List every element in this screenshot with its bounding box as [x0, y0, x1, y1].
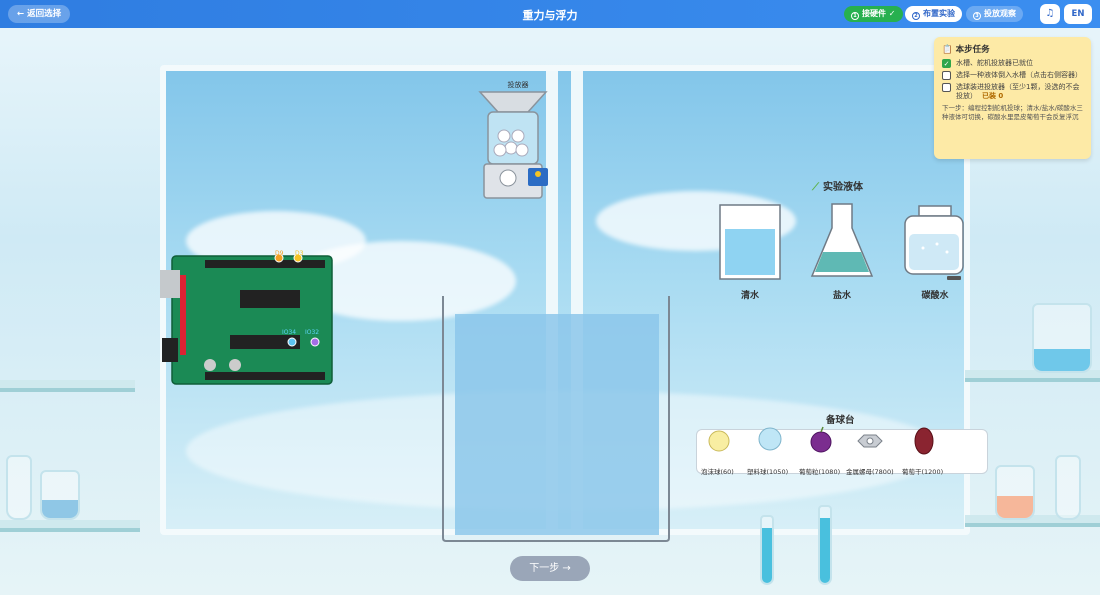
checkbox-checked-icon: ✓	[942, 59, 951, 68]
top-bar: ← 返回选择 重力与浮力 1 接硬件 ✓ 2 布置实验 3 投放观察 ♫ EN	[0, 0, 1100, 28]
leaf-icon: ⟋	[812, 182, 819, 193]
setup-experiment-label: 布置实验	[923, 9, 955, 18]
sensor-label-io34: IO34	[282, 329, 296, 336]
loaded-count: 已装 0	[982, 92, 1004, 100]
connect-hardware-label: 接硬件 ✓	[862, 9, 896, 18]
tank-water	[455, 314, 659, 535]
deco-tube	[760, 515, 774, 585]
ball-label: 葡萄粒(1080)	[799, 468, 841, 476]
plastic-ball[interactable]	[758, 427, 782, 451]
left-shelf	[0, 520, 140, 532]
ball-dispenser[interactable]	[478, 90, 558, 202]
next-step-button[interactable]: 下一步 →	[510, 556, 590, 581]
header-pins	[205, 372, 325, 380]
deco-bottle	[1055, 455, 1081, 520]
header-pins	[205, 260, 325, 268]
usb-port	[160, 270, 180, 298]
connect-hardware-button[interactable]: 1 接硬件 ✓	[844, 6, 903, 22]
ball-tray-items	[708, 426, 934, 455]
task-note: 下一步：编程控制舵机投球；清水/盐水/碳酸水三种液体可切换，碳酸水里是皮葡萄干会…	[942, 104, 1083, 121]
step-1-icon: 1	[851, 12, 859, 20]
setup-experiment-button[interactable]: 2 布置实验	[905, 6, 962, 22]
grape-ball[interactable]	[810, 431, 832, 453]
ball-label: 葡萄干(1200)	[902, 468, 944, 476]
language-button[interactable]: EN	[1064, 4, 1092, 24]
checkbox-icon	[942, 71, 951, 80]
pin-label-d3: D3	[295, 250, 304, 257]
chip	[240, 290, 300, 308]
soda-container[interactable]	[903, 204, 967, 286]
foam-ball[interactable]	[708, 430, 730, 452]
raisin[interactable]	[914, 427, 934, 455]
tray-title: 备球台	[826, 415, 855, 426]
water-tank[interactable]	[441, 294, 673, 544]
sensor-marker[interactable]	[310, 337, 320, 347]
ball-label: 泡沫球(60)	[701, 468, 734, 476]
deco-bottle	[6, 455, 32, 520]
music-icon: ♫	[1045, 8, 1055, 19]
task-item: ✓ 水槽、舵机投放器已就位	[942, 59, 1083, 68]
saltwater-liquid	[815, 252, 869, 272]
checkbox-icon	[942, 83, 951, 92]
water-label: 清水	[740, 291, 759, 301]
task-item-label: 选球装进投放器（至少1颗，没选的不会投放）	[956, 83, 1080, 100]
sensor-marker[interactable]	[287, 337, 297, 347]
task-item: 选球装进投放器（至少1颗，没选的不会投放） 已装 0	[942, 83, 1083, 101]
dispenser-label: 投放器	[507, 81, 529, 89]
deco-bottle	[40, 470, 80, 520]
saltwater-container[interactable]	[810, 202, 874, 280]
water-liquid	[725, 229, 775, 275]
dispenser-funnel	[478, 91, 548, 113]
task-title-label: 本步任务	[955, 45, 990, 55]
deco-bottle	[995, 465, 1035, 520]
left-shelf	[0, 380, 135, 392]
task-item-label: 选择一种液体倒入水槽（点击右侧容器）	[956, 71, 1082, 79]
task-item-label: 水槽、舵机投放器已就位	[956, 59, 1033, 67]
task-panel: 📋 本步任务 ✓ 水槽、舵机投放器已就位 选择一种液体倒入水槽（点击右侧容器） 选…	[934, 37, 1091, 159]
clipboard-icon: 📋	[942, 45, 953, 55]
liquids-title-label: 实验液体	[823, 182, 863, 193]
arduino-board[interactable]: D9 D3 IO34 IO32	[160, 250, 335, 390]
ball-label: 金属螺母(7800)	[846, 468, 894, 476]
right-shelf	[965, 515, 1100, 527]
power-jack	[162, 338, 178, 362]
deco-tube	[818, 505, 832, 585]
soda-label: 碳酸水	[921, 291, 949, 301]
deco-flask	[1032, 303, 1092, 373]
water-container[interactable]	[718, 203, 782, 283]
saltwater-label: 盐水	[832, 291, 851, 301]
task-title: 📋 本步任务	[942, 43, 1083, 55]
step-2-icon: 2	[912, 12, 920, 20]
observe-button[interactable]: 3 投放观察	[966, 6, 1023, 22]
pin-label-d9: D9	[275, 250, 284, 257]
step-3-icon: 3	[973, 12, 981, 20]
observe-label: 投放观察	[984, 9, 1016, 18]
music-button[interactable]: ♫	[1040, 4, 1060, 24]
task-item: 选择一种液体倒入水槽（点击右侧容器）	[942, 71, 1083, 80]
sensor-label-io32: IO32	[305, 329, 319, 336]
ball-label: 塑料球(1050)	[747, 468, 789, 476]
liquids-title: ⟋ 实验液体	[812, 178, 863, 193]
soda-liquid	[909, 234, 959, 270]
